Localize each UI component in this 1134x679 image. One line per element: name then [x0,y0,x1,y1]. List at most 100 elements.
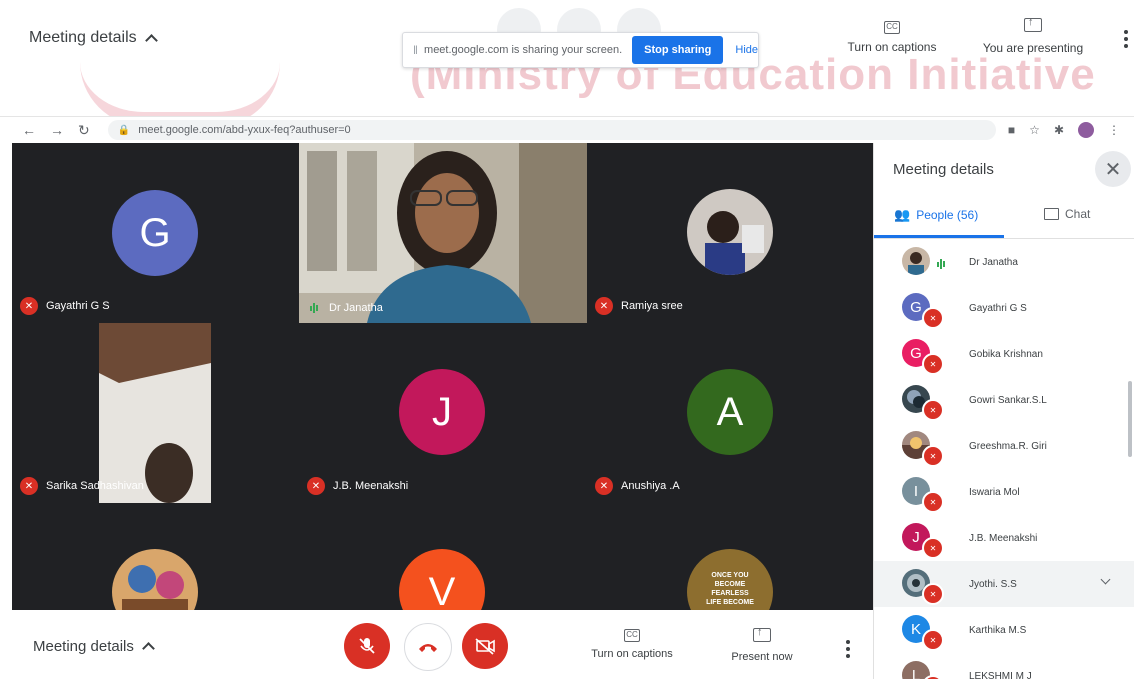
participant-tile[interactable]: J ✕ J.B. Meenakshi [299,323,587,503]
list-item[interactable]: K ✕ Karthika M.S [874,607,1134,653]
camera-toggle-button[interactable] [462,623,508,669]
microphone-toggle-button[interactable] [344,623,390,669]
avatar: A [687,369,773,455]
list-item[interactable]: G ✕ Gayathri G S [874,285,1134,331]
list-item[interactable]: ✕ Jyothi. S.S [874,561,1134,607]
participant-tile[interactable]: Dr Janatha [299,143,587,323]
mic-off-icon: ✕ [595,297,613,315]
chevron-up-icon [142,642,155,655]
more-options-icon[interactable] [846,640,850,658]
participant-tile[interactable]: ✕ Ramiya sree [587,143,873,323]
mic-off-icon: ✕ [307,477,325,495]
chat-tab-label: Chat [1065,207,1091,221]
list-item[interactable]: Dr Janatha [874,239,1134,285]
participant-name: Sarika Sadhashivan [46,480,144,492]
person-name: Greeshma.R. Giri [969,440,1047,452]
list-item[interactable]: ✕ Greeshma.R. Giri [874,423,1134,469]
mic-off-icon: ✕ [922,307,944,329]
avatar: G [112,190,198,276]
mic-off-icon: ✕ [922,629,944,651]
speaking-indicator-icon [307,301,321,315]
hide-button[interactable]: Hide [735,44,758,56]
poster-text: ONCE YOU BECOME FEARLESS LIFE BECOME [706,572,754,606]
avatar [687,189,773,275]
extensions-icon[interactable]: ✱ [1054,123,1064,137]
captions-icon: CC [624,629,640,642]
meet-bottom-bar: Meeting details CC Turn on captions Pres… [0,610,873,679]
list-item[interactable]: I ✕ Iswaria Mol [874,469,1134,515]
camera-off-icon [475,638,495,655]
present-now-button[interactable]: Present now [722,626,802,663]
mic-off-icon: ✕ [20,297,38,315]
star-icon[interactable]: ☆ [1029,123,1040,137]
more-options-icon[interactable] [1124,30,1128,48]
participant-tile[interactable]: ONCE YOU BECOME FEARLESS LIFE BECOME [587,503,873,610]
list-item[interactable]: G ✕ Gobika Krishnan [874,331,1134,377]
chevron-down-icon[interactable] [1100,574,1111,585]
list-item[interactable]: ✕ Gowri Sankar.S.L [874,377,1134,423]
avatar [902,247,930,275]
present-now-label: Present now [731,651,793,663]
participant-name: Gayathri G S [46,300,110,312]
participant-video [99,323,211,503]
camera-indicator-icon[interactable]: ■ [1008,123,1015,137]
profile-avatar[interactable] [1078,122,1094,138]
present-icon [753,626,771,642]
turn-on-captions-button[interactable]: CC Turn on captions [580,628,684,660]
person-name: Karthika M.S [969,624,1027,636]
close-icon[interactable]: ✕ [1095,151,1131,187]
browser-toolbar: ← → ↻ 🔒 meet.google.com/abd-yxux-feq?aut… [0,116,1134,143]
participant-tile[interactable] [12,503,299,610]
participant-tile[interactable]: ✕ Sarika Sadhashivan [12,323,299,503]
avatar [112,549,198,610]
back-arrow-icon[interactable]: ← [22,122,36,139]
mic-off-icon: ✕ [922,445,944,467]
person-name: Gowri Sankar.S.L [969,394,1047,406]
person-name: Gayathri G S [969,302,1027,314]
participant-tile[interactable]: A ✕ Anushiya .A [587,323,873,503]
meeting-details-button[interactable]: Meeting details [29,29,158,47]
mic-off-icon: ✕ [922,583,944,605]
hang-up-icon [419,644,437,652]
participant-video [299,143,587,323]
person-name: LEKSHMI M J [969,670,1032,679]
tab-people[interactable]: 👥 People (56) [894,207,978,223]
panel-title: Meeting details [893,161,994,178]
mic-off-icon: ✕ [922,353,944,375]
tab-chat[interactable]: Chat [1044,207,1090,221]
participant-name: Ramiya sree [621,300,683,312]
list-item[interactable]: L ✕ LEKSHMI M J [874,653,1134,679]
avatar: ONCE YOU BECOME FEARLESS LIFE BECOME [687,549,773,610]
reload-icon[interactable]: ↻ [78,122,90,139]
captions-label: Turn on captions [847,40,937,54]
browser-menu-icon[interactable]: ⋮ [1108,123,1120,137]
people-tab-label: People (56) [916,208,979,222]
meeting-details-button[interactable]: Meeting details [33,638,155,655]
lock-icon: 🔒 [117,124,131,136]
person-name: Iswaria Mol [969,486,1020,498]
participant-name: J.B. Meenakshi [333,480,409,492]
people-icon: 👥 [894,207,911,222]
turn-on-captions-button[interactable]: CC Turn on captions [842,18,942,54]
forward-arrow-icon[interactable]: → [50,122,64,139]
person-name: Jyothi. S.S [969,578,1017,590]
participant-name: Dr Janatha [329,302,383,314]
participant-tile[interactable]: G ✕ Gayathri G S [12,143,299,323]
scrollbar[interactable] [1128,381,1132,457]
address-bar[interactable]: 🔒 meet.google.com/abd-yxux-feq?authuser=… [107,120,996,140]
you-are-presenting-button[interactable]: You are presenting [978,16,1088,55]
list-item[interactable]: J ✕ J.B. Meenakshi [874,515,1134,561]
drag-handle-icon[interactable]: ‖ [413,43,418,57]
mic-off-icon: ✕ [595,477,613,495]
mic-off-icon: ✕ [922,491,944,513]
participant-tile[interactable]: V [299,503,587,610]
stop-sharing-button[interactable]: Stop sharing [632,36,724,64]
captions-label: Turn on captions [591,648,673,660]
url-text: meet.google.com/abd-yxux-feq?authuser=0 [138,124,351,136]
mic-off-icon [359,638,375,654]
presenting-label: You are presenting [982,41,1084,55]
chat-icon [1044,208,1059,220]
leave-call-button[interactable] [404,623,452,671]
mic-off-icon: ✕ [922,399,944,421]
chevron-up-icon [144,33,158,47]
